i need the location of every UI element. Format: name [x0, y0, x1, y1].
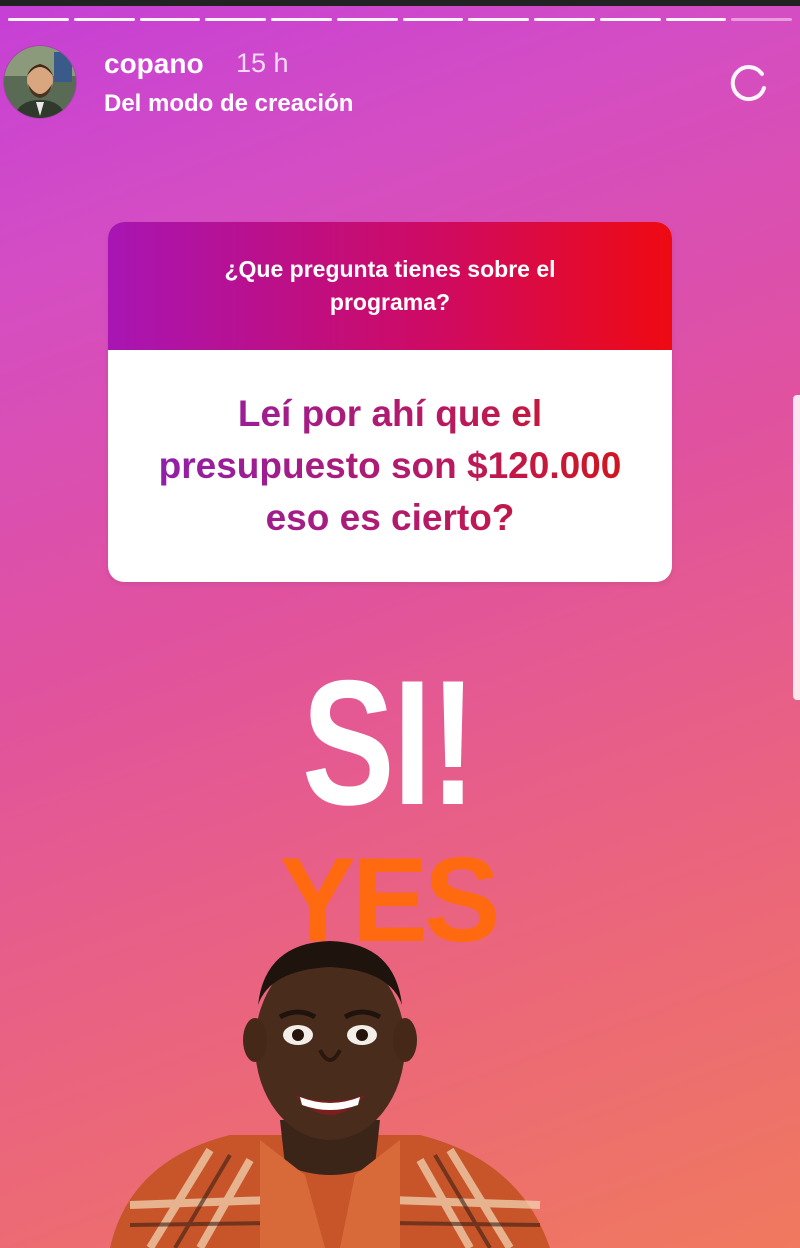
progress-segment: [731, 18, 792, 21]
question-answer: Leí por ahí que el presupuesto son $120.…: [130, 388, 650, 544]
progress-segment: [534, 18, 595, 21]
story-subtitle: Del modo de creación: [104, 90, 354, 117]
story-view[interactable]: copano 15 h Del modo de creación ¿Que pr…: [0, 0, 800, 1248]
username[interactable]: copano: [104, 48, 204, 80]
progress-segment: [336, 18, 398, 21]
progress-segment: [8, 18, 69, 21]
excited-person-gif: [90, 935, 570, 1248]
progress-segment: [402, 18, 464, 21]
progress-segment: [665, 18, 727, 21]
side-scroll-handle[interactable]: [793, 395, 800, 700]
progress-segment: [205, 18, 266, 21]
status-strip: [0, 0, 800, 6]
progress-segment: [139, 18, 201, 21]
progress-segment: [599, 18, 661, 21]
progress-segment: [468, 18, 529, 21]
question-sticker[interactable]: ¿Que pregunta tienes sobre el programa? …: [108, 222, 672, 582]
progress-segment: [271, 18, 332, 21]
question-sticker-body: Leí por ahí que el presupuesto son $120.…: [108, 350, 672, 582]
story-progress-bar: [8, 18, 792, 22]
progress-segment: [73, 18, 135, 21]
loading-spinner-icon: [726, 62, 770, 106]
story-timestamp: 15 h: [236, 48, 289, 78]
question-prompt: ¿Que pregunta tienes sobre el programa?: [224, 256, 556, 315]
avatar-image: [4, 46, 76, 118]
question-sticker-header: ¿Que pregunta tienes sobre el programa?: [108, 222, 672, 350]
avatar[interactable]: [4, 46, 76, 118]
si-text-sticker: SI!: [302, 643, 476, 842]
